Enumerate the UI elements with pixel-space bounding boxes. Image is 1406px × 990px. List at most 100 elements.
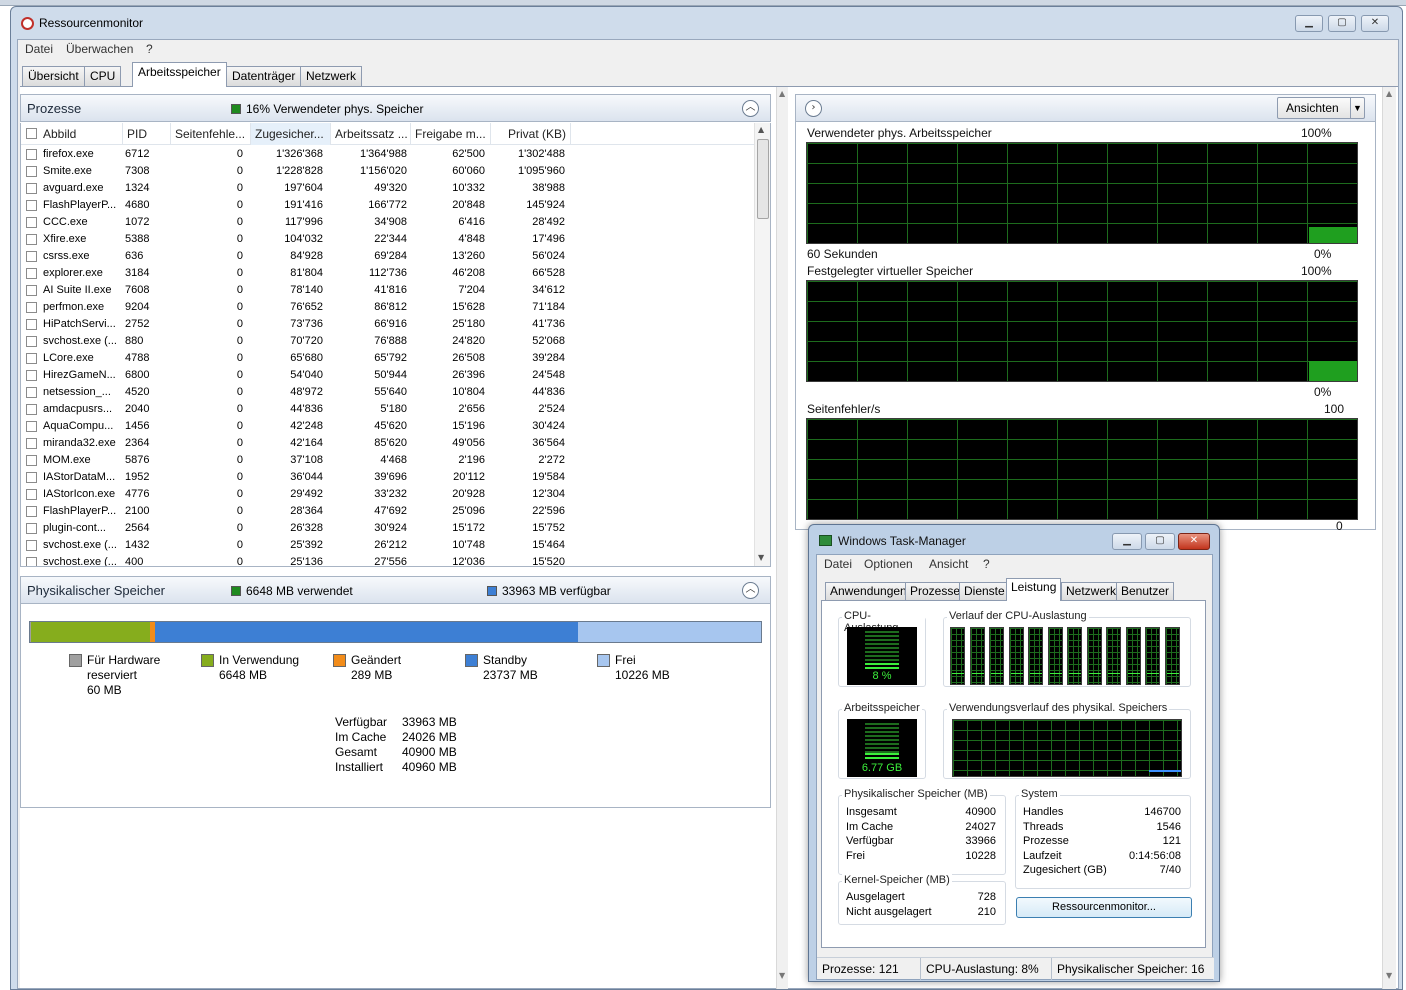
scroll-up-icon[interactable]: ▲ [758,125,764,134]
row-checkbox[interactable] [26,404,37,415]
table-row[interactable]: HirezGameN... 6800 0 54'040 50'944 26'396 24'5… [21,367,753,384]
maximize-button[interactable]: ▢ [1328,15,1356,32]
scroll-down-icon[interactable]: ▼ [758,553,764,562]
row-checkbox[interactable] [26,438,37,449]
table-row[interactable]: IAStorDataM... 1952 0 36'044 39'696 20'112 19'… [21,469,753,486]
right-pane-scrollbar[interactable]: ▲ ▼ [1382,87,1396,989]
menu-help[interactable]: ? [146,42,153,56]
processes-panel-header[interactable]: Prozesse 16% Verwendeter phys. Speicher … [20,94,771,122]
table-row[interactable]: HiPatchServi... 2752 0 73'736 66'916 25'180 41… [21,316,753,333]
collapse-processes-button[interactable]: ︿ [742,100,759,117]
row-checkbox[interactable] [26,370,37,381]
tm-maximize-button[interactable]: ▢ [1145,533,1175,550]
table-row[interactable]: AI Suite II.exe 7608 0 78'140 41'816 7'204 34'… [21,282,753,299]
tm-menu-datei[interactable]: Datei [824,557,852,571]
col-zugesichert[interactable]: Zugesicher... [251,123,331,145]
collapse-physical-button[interactable]: ︿ [742,582,759,599]
table-row[interactable]: Xfire.exe 5388 0 104'032 22'344 4'848 17'496 [21,231,753,248]
row-checkbox[interactable] [26,302,37,313]
row-checkbox[interactable] [26,506,37,517]
col-freigabe[interactable]: Freigabe m... [411,123,491,145]
tm-minimize-button[interactable]: ▁ [1112,533,1142,550]
table-row[interactable]: IAStorIcon.exe 4776 0 29'492 33'232 20'928 12'… [21,486,753,503]
table-row[interactable]: svchost.exe (... 400 0 25'136 27'556 12'036 15… [21,554,753,566]
col-seitenfehler[interactable]: Seitenfehle... [171,123,251,145]
col-privat[interactable]: Privat (KB) [491,123,571,145]
menu-datei[interactable]: Datei [25,42,53,56]
table-row[interactable]: avguard.exe 1324 0 197'604 49'320 10'332 38'98… [21,180,753,197]
views-dropdown[interactable]: Ansichten ▼ [1277,97,1365,119]
col-arbeitssatz[interactable]: Arbeitssatz ... [331,123,411,145]
open-resource-monitor-button[interactable]: Ressourcenmonitor... [1016,897,1192,918]
col-abbild[interactable]: Abbild [39,123,123,145]
table-row[interactable]: LCore.exe 4788 0 65'680 65'792 26'508 39'284 [21,350,753,367]
menu-ueberwachen[interactable]: Überwachen [66,42,133,56]
tm-tab-dienste[interactable]: Dienste [959,582,1010,600]
scroll-thumb[interactable] [757,139,769,219]
table-row[interactable]: Smite.exe 7308 0 1'228'828 1'156'020 60'060 1'… [21,163,753,180]
left-pane-scrollbar[interactable]: ▲ ▼ [776,87,788,989]
tm-menu-help[interactable]: ? [983,557,990,571]
table-row[interactable]: plugin-cont... 2564 0 26'328 30'924 15'172 15'… [21,520,753,537]
table-row[interactable]: miranda32.exe 2364 0 42'164 85'620 49'056 36'5… [21,435,753,452]
row-checkbox[interactable] [26,319,37,330]
tm-tab-benutzer[interactable]: Benutzer [1116,582,1175,600]
row-checkbox[interactable] [26,387,37,398]
row-checkbox[interactable] [26,523,37,534]
row-checkbox[interactable] [26,421,37,432]
scroll-up-icon[interactable]: ▲ [1386,89,1392,98]
table-row[interactable]: svchost.exe (... 880 0 70'720 76'888 24'820 52… [21,333,753,350]
chevron-down-icon[interactable]: ▼ [1350,98,1364,118]
row-checkbox[interactable] [26,455,37,466]
row-checkbox[interactable] [26,200,37,211]
tab-cpu[interactable]: CPU [84,66,122,86]
table-row[interactable]: explorer.exe 3184 0 81'804 112'736 46'208 66'5… [21,265,753,282]
table-row[interactable]: AquaCompu... 1456 0 42'248 45'620 15'196 30'42… [21,418,753,435]
physical-memory-panel-header[interactable]: Physikalischer Speicher 6648 MB verwende… [20,576,771,604]
table-row[interactable]: FlashPlayerP... 2100 0 28'364 47'692 25'096 22… [21,503,753,520]
scroll-up-icon[interactable]: ▲ [779,89,785,98]
tm-tab-netzwerk[interactable]: Netzwerk [1061,582,1122,600]
row-checkbox[interactable] [26,285,37,296]
table-row[interactable]: firefox.exe 6712 0 1'326'368 1'364'988 62'500… [21,146,753,163]
tm-tab-prozesse[interactable]: Prozesse [905,582,966,600]
tm-close-button[interactable]: ✕ [1178,533,1210,550]
row-checkbox[interactable] [26,268,37,279]
tm-tab-leistung[interactable]: Leistung [1006,578,1062,601]
tab-netzwerk[interactable]: Netzwerk [300,66,363,86]
row-checkbox[interactable] [26,540,37,551]
table-row[interactable]: netsession_... 4520 0 48'972 55'640 10'804 44'… [21,384,753,401]
row-checkbox[interactable] [26,149,37,160]
table-row[interactable]: FlashPlayerP... 4680 0 191'416 166'772 20'848… [21,197,753,214]
row-checkbox[interactable] [26,472,37,483]
row-checkbox[interactable] [26,489,37,500]
row-checkbox[interactable] [26,166,37,177]
table-row[interactable]: perfmon.exe 9204 0 76'652 86'812 15'628 71'184 [21,299,753,316]
tab-arbeitsspeicher[interactable]: Arbeitsspeicher [132,62,227,87]
row-checkbox[interactable] [26,353,37,364]
tm-menu-optionen[interactable]: Optionen [864,557,913,571]
table-row[interactable]: MOM.exe 5876 0 37'108 4'468 2'196 2'272 [21,452,753,469]
table-row[interactable]: svchost.exe (... 1432 0 25'392 26'212 10'748 1… [21,537,753,554]
row-checkbox[interactable] [26,251,37,262]
scroll-down-icon[interactable]: ▼ [779,971,785,980]
tab-datentraeger[interactable]: Datenträger [226,66,302,86]
tm-tab-anwendungen[interactable]: Anwendungen [825,582,912,600]
minimize-button[interactable]: ▁ [1295,15,1323,32]
row-checkbox[interactable] [26,557,37,566]
col-pid[interactable]: PID [123,123,171,145]
processes-scrollbar[interactable]: ▲ ▼ [754,123,770,566]
row-checkbox[interactable] [26,183,37,194]
row-checkbox[interactable] [26,217,37,228]
row-checkbox[interactable] [26,234,37,245]
tab-uebersicht[interactable]: Übersicht [22,66,85,86]
scroll-down-icon[interactable]: ▼ [1386,971,1392,980]
expand-right-button[interactable]: › [805,100,822,117]
select-all-checkbox[interactable] [26,128,37,139]
table-row[interactable]: CCC.exe 1072 0 117'996 34'908 6'416 28'492 [21,214,753,231]
tm-menu-ansicht[interactable]: Ansicht [929,557,968,571]
row-checkbox[interactable] [26,336,37,347]
close-button[interactable]: ✕ [1361,15,1389,32]
table-row[interactable]: amdacpusrs... 2040 0 44'836 5'180 2'656 2'524 [21,401,753,418]
table-row[interactable]: csrss.exe 636 0 84'928 69'284 13'260 56'024 [21,248,753,265]
